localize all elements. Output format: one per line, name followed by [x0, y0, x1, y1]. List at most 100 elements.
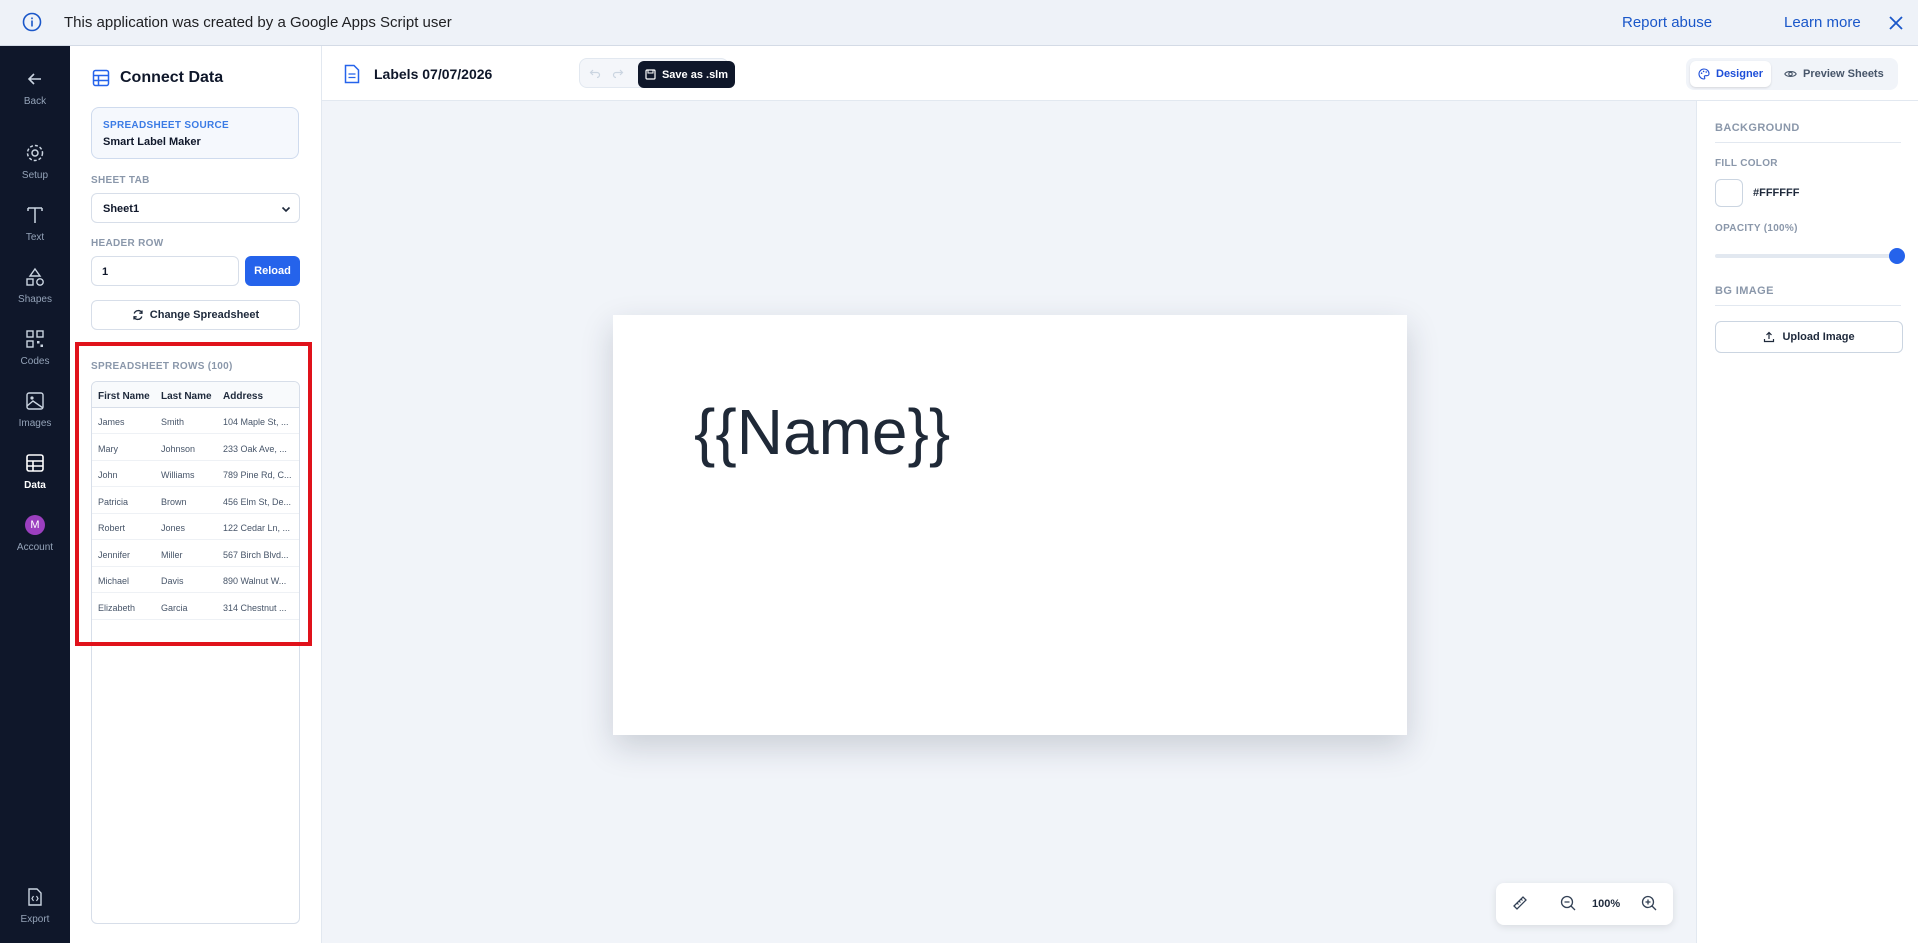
table-cell: Jennifer: [98, 550, 131, 560]
image-icon: [24, 390, 46, 412]
document-icon: [344, 64, 360, 84]
sheet-tab-select[interactable]: Sheet1: [91, 193, 300, 223]
panel-title-text: Connect Data: [120, 69, 224, 86]
opacity-slider-track[interactable]: [1715, 254, 1895, 258]
divider: [1715, 142, 1901, 143]
tool-rail: Back Setup Text Shapes Codes Images Data…: [0, 46, 70, 943]
table-cell: Michael: [98, 576, 130, 586]
panel-title: Connect Data: [92, 69, 223, 87]
rail-label: Data: [24, 480, 46, 491]
rail-item-data[interactable]: Data: [0, 452, 70, 508]
sheet-tab-label: SHEET TAB: [91, 175, 150, 186]
change-spreadsheet-button[interactable]: Change Spreadsheet: [91, 300, 300, 330]
table-cell: 104 Maple St, ...: [223, 417, 289, 427]
reload-button[interactable]: Reload: [245, 256, 300, 286]
spreadsheet-rows-table: First Name Last Name Address James Smith 1…: [91, 381, 300, 924]
sheet-tab-value: Sheet1: [103, 203, 140, 215]
close-banner-icon[interactable]: [1886, 13, 1906, 33]
zoom-controls: 100%: [1496, 883, 1673, 925]
undo-icon[interactable]: [589, 67, 601, 79]
fill-color-label: FILL COLOR: [1715, 158, 1778, 169]
table-row[interactable]: Mary Johnson 233 Oak Ave, ...: [92, 435, 299, 461]
table-cell: 456 Elm St, De...: [223, 497, 292, 507]
table-row[interactable]: James Smith 104 Maple St, ...: [92, 408, 299, 434]
table-row[interactable]: John Williams 789 Pine Rd, C...: [92, 461, 299, 487]
tab-preview-sheets[interactable]: Preview Sheets: [1776, 61, 1892, 87]
tab-designer[interactable]: Designer: [1690, 61, 1772, 87]
zoom-out-icon[interactable]: [1559, 894, 1577, 912]
bg-image-heading: BG IMAGE: [1715, 285, 1774, 297]
table-cell: 314 Chestnut ...: [223, 603, 287, 613]
properties-panel: BACKGROUND FILL COLOR #FFFFFF OPACITY (1…: [1696, 101, 1918, 943]
table-row[interactable]: Robert Jones 122 Cedar Ln, ...: [92, 514, 299, 540]
table-cell: 890 Walnut W...: [223, 576, 287, 586]
table-header: First Name Last Name Address: [92, 382, 299, 408]
opacity-label: OPACITY (100%): [1715, 223, 1798, 234]
rail-item-text[interactable]: Text: [0, 204, 70, 260]
table-cell: Mary: [98, 444, 118, 454]
table-row[interactable]: Elizabeth Garcia 314 Chestnut ...: [92, 594, 299, 620]
rail-item-back[interactable]: Back: [0, 68, 70, 124]
save-label: Save as .slm: [661, 68, 729, 81]
shapes-icon: [24, 266, 46, 288]
text-icon: [24, 204, 46, 226]
table-cell: Williams: [161, 470, 195, 480]
document-title[interactable]: Labels 07/07/2026: [374, 66, 492, 82]
spreadsheet-rows-title: SPREADSHEET ROWS (100): [91, 361, 233, 372]
zoom-in-icon[interactable]: [1640, 894, 1658, 912]
opacity-slider-thumb[interactable]: [1889, 248, 1905, 264]
preview-label: Preview Sheets: [1803, 68, 1884, 80]
source-label: SPREADSHEET SOURCE: [103, 120, 229, 131]
table-cell: 122 Cedar Ln, ...: [223, 523, 291, 533]
top-bar: Labels 07/07/2026 Save as .slm Designer …: [322, 46, 1918, 101]
apps-script-banner: This application was created by a Google…: [0, 0, 1918, 46]
rail-item-shapes[interactable]: Shapes: [0, 266, 70, 322]
header-row-input[interactable]: 1: [91, 256, 239, 286]
fill-color-swatch[interactable]: [1715, 179, 1743, 207]
qr-code-icon: [24, 328, 46, 350]
spreadsheet-source-box: SPREADSHEET SOURCE Smart Label Maker: [91, 107, 299, 159]
label-text-element[interactable]: {{Name}}: [694, 395, 950, 469]
ruler-icon[interactable]: [1511, 894, 1529, 912]
chevron-down-icon: [281, 204, 291, 214]
background-heading: BACKGROUND: [1715, 122, 1800, 134]
table-cell: Robert: [98, 523, 126, 533]
table-cell: 789 Pine Rd, C...: [223, 470, 292, 480]
palette-icon: [1698, 68, 1710, 80]
column-header: Address: [223, 391, 264, 402]
source-value: Smart Label Maker: [103, 136, 201, 148]
mode-toggle: Designer Preview Sheets: [1686, 58, 1898, 90]
upload-image-button[interactable]: Upload Image: [1715, 321, 1903, 353]
table-row[interactable]: Patricia Brown 456 Elm St, De...: [92, 488, 299, 514]
arrow-left-icon: [24, 68, 46, 90]
avatar: M: [25, 515, 45, 535]
table-cell: James: [98, 417, 125, 427]
table-cell: Brown: [161, 497, 187, 507]
save-as-slm-button[interactable]: Save as .slm: [638, 61, 735, 88]
fill-color-value[interactable]: #FFFFFF: [1753, 187, 1799, 199]
table-row[interactable]: Jennifer Miller 567 Birch Blvd...: [92, 541, 299, 567]
table-cell: Johnson: [161, 444, 196, 454]
label-canvas[interactable]: {{Name}}: [613, 315, 1407, 735]
change-spreadsheet-label: Change Spreadsheet: [149, 309, 260, 321]
export-code-icon: [24, 886, 46, 908]
rail-label: Shapes: [18, 294, 52, 305]
rail-item-account[interactable]: M Account: [0, 514, 70, 570]
redo-icon[interactable]: [612, 67, 624, 79]
rail-item-images[interactable]: Images: [0, 390, 70, 446]
rail-item-export[interactable]: Export: [0, 886, 70, 942]
column-header: First Name: [98, 391, 150, 402]
rail-label: Codes: [20, 356, 50, 367]
banner-message: This application was created by a Google…: [64, 14, 452, 31]
report-abuse-link[interactable]: Report abuse: [1622, 14, 1712, 31]
designer-label: Designer: [1716, 68, 1764, 80]
rail-item-setup[interactable]: Setup: [0, 142, 70, 198]
learn-more-link[interactable]: Learn more: [1784, 14, 1861, 31]
column-header: Last Name: [161, 391, 212, 402]
table-row[interactable]: Michael Davis 890 Walnut W...: [92, 567, 299, 593]
rail-item-codes[interactable]: Codes: [0, 328, 70, 384]
rail-label: Setup: [21, 170, 49, 181]
table-cell: Davis: [161, 576, 184, 586]
table-icon: [92, 69, 110, 87]
table-cell: 567 Birch Blvd...: [223, 550, 289, 560]
